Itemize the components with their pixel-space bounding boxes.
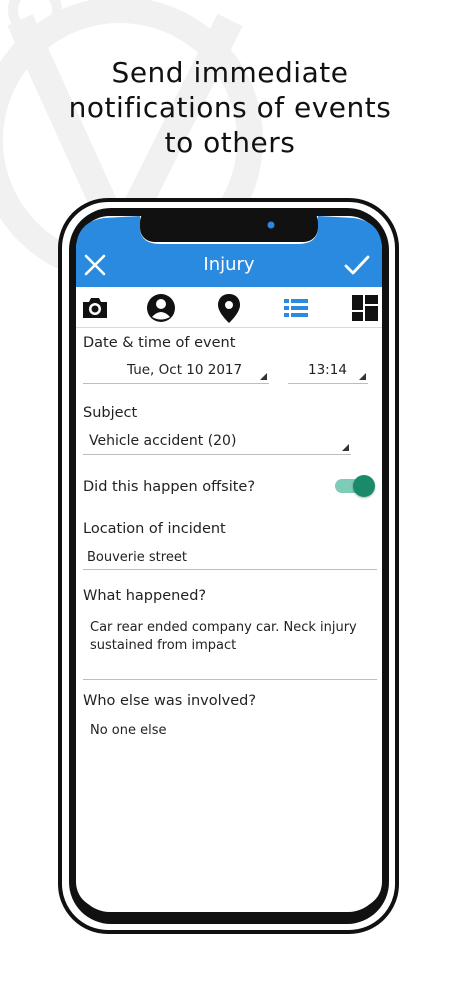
- dashboard-icon[interactable]: [350, 293, 380, 323]
- subject-select[interactable]: Vehicle accident (20): [83, 432, 351, 455]
- subject-value: Vehicle accident (20): [89, 433, 237, 449]
- what-happened-label: What happened?: [83, 588, 207, 604]
- tab-bar: [76, 287, 382, 328]
- what-happened-value: Car rear ended company car. Neck injury …: [90, 620, 357, 653]
- app-screen: Injury Date & time of event Tue, Oct 10 …: [76, 244, 382, 908]
- check-icon[interactable]: [344, 254, 370, 276]
- dropdown-arrow-icon: [359, 373, 366, 380]
- app-bar: Injury: [76, 244, 382, 287]
- offsite-label: Did this happen offsite?: [83, 479, 256, 495]
- list-icon[interactable]: [281, 293, 311, 323]
- location-pin-icon[interactable]: [214, 293, 244, 323]
- location-label: Location of incident: [83, 521, 226, 537]
- toggle-knob: [353, 475, 375, 497]
- what-happened-textarea[interactable]: Car rear ended company car. Neck injury …: [83, 615, 377, 680]
- dropdown-arrow-icon: [260, 373, 267, 380]
- who-else-value: No one else: [90, 723, 167, 738]
- time-select[interactable]: 13:14: [288, 361, 368, 384]
- time-value: 13:14: [308, 362, 347, 378]
- location-input[interactable]: Bouverie street: [83, 547, 377, 570]
- location-value: Bouverie street: [87, 550, 187, 565]
- date-select[interactable]: Tue, Oct 10 2017: [83, 361, 269, 384]
- subject-label: Subject: [83, 405, 138, 421]
- who-else-textarea[interactable]: No one else: [83, 719, 377, 743]
- date-value: Tue, Oct 10 2017: [127, 362, 243, 378]
- person-icon[interactable]: [146, 293, 176, 323]
- screen-title: Injury: [203, 254, 255, 275]
- camera-icon[interactable]: [80, 293, 110, 323]
- offsite-toggle[interactable]: [335, 475, 375, 497]
- datetime-label: Date & time of event: [83, 335, 236, 351]
- who-else-label: Who else was involved?: [83, 693, 257, 709]
- dropdown-arrow-icon: [342, 444, 349, 451]
